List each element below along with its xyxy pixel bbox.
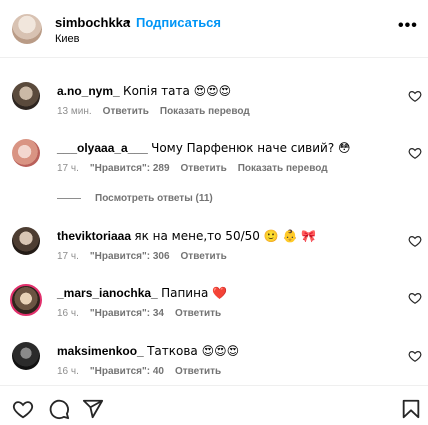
commenter-avatar[interactable]	[12, 82, 40, 110]
follow-button[interactable]: Подписаться	[136, 15, 221, 30]
likes-count[interactable]: "Нравится": 289	[90, 163, 170, 174]
commenter-username[interactable]: a.no_nym_	[57, 84, 120, 98]
comment-time: 16 ч.	[57, 308, 79, 319]
comment-text: Папина ❤️	[161, 286, 228, 300]
comment-time: 13 мин.	[57, 106, 92, 117]
send-icon[interactable]	[82, 398, 104, 420]
heart-icon[interactable]	[408, 234, 422, 248]
author-username[interactable]: simbochkka	[55, 15, 130, 30]
bookmark-icon[interactable]	[400, 398, 422, 420]
comment-text: Копія тата 😍😍😍	[123, 84, 232, 98]
commenter-username[interactable]: theviktoriaaa	[57, 229, 131, 243]
reply-button[interactable]: Ответить	[181, 251, 227, 262]
reply-button[interactable]: Ответить	[103, 106, 149, 117]
author-avatar[interactable]	[12, 14, 42, 44]
likes-count[interactable]: "Нравится": 34	[90, 308, 164, 319]
separator-dot: •	[126, 14, 131, 29]
post-header: simbochkka • Подписаться Киев •••	[0, 0, 428, 58]
heart-icon[interactable]	[12, 398, 34, 420]
action-bar	[0, 385, 428, 425]
heart-icon[interactable]	[408, 89, 422, 103]
commenter-username[interactable]: ___olyaaa_a___	[57, 141, 148, 155]
comment-text: Чому Парфенюк наче сивий? 😳	[151, 141, 351, 155]
commenter-username[interactable]: maksimenkoo_	[57, 344, 144, 358]
commenter-avatar-story[interactable]	[10, 284, 42, 316]
replies-divider	[57, 197, 81, 199]
comment-time: 17 ч.	[57, 251, 79, 262]
heart-icon[interactable]	[408, 291, 422, 305]
reply-button[interactable]: Ответить	[175, 308, 221, 319]
commenter-avatar[interactable]	[12, 227, 40, 255]
comment-text: Таткова 😍😍😍	[147, 344, 240, 358]
comment-time: 17 ч.	[57, 163, 79, 174]
likes-count[interactable]: "Нравится": 306	[90, 251, 170, 262]
view-replies-button[interactable]: Посмотреть ответы (11)	[57, 193, 213, 204]
reply-button[interactable]: Ответить	[181, 163, 227, 174]
comment-text: як на мене,то 50/50 🙂 👶 🎀	[134, 229, 317, 243]
heart-icon[interactable]	[408, 349, 422, 363]
view-replies-label: Посмотреть ответы (11)	[95, 193, 213, 204]
commenter-username[interactable]: _mars_ianochka_	[57, 286, 158, 300]
reply-button[interactable]: Ответить	[175, 366, 221, 377]
location-label[interactable]: Киев	[55, 33, 80, 45]
translate-button[interactable]: Показать перевод	[238, 163, 328, 174]
comment-icon[interactable]	[48, 398, 70, 420]
translate-button[interactable]: Показать перевод	[160, 106, 250, 117]
commenter-avatar[interactable]	[12, 139, 40, 167]
heart-icon[interactable]	[408, 146, 422, 160]
comment-time: 16 ч.	[57, 366, 79, 377]
likes-count[interactable]: "Нравится": 40	[90, 366, 164, 377]
commenter-avatar[interactable]	[12, 342, 40, 370]
more-options-icon[interactable]: •••	[398, 17, 418, 35]
